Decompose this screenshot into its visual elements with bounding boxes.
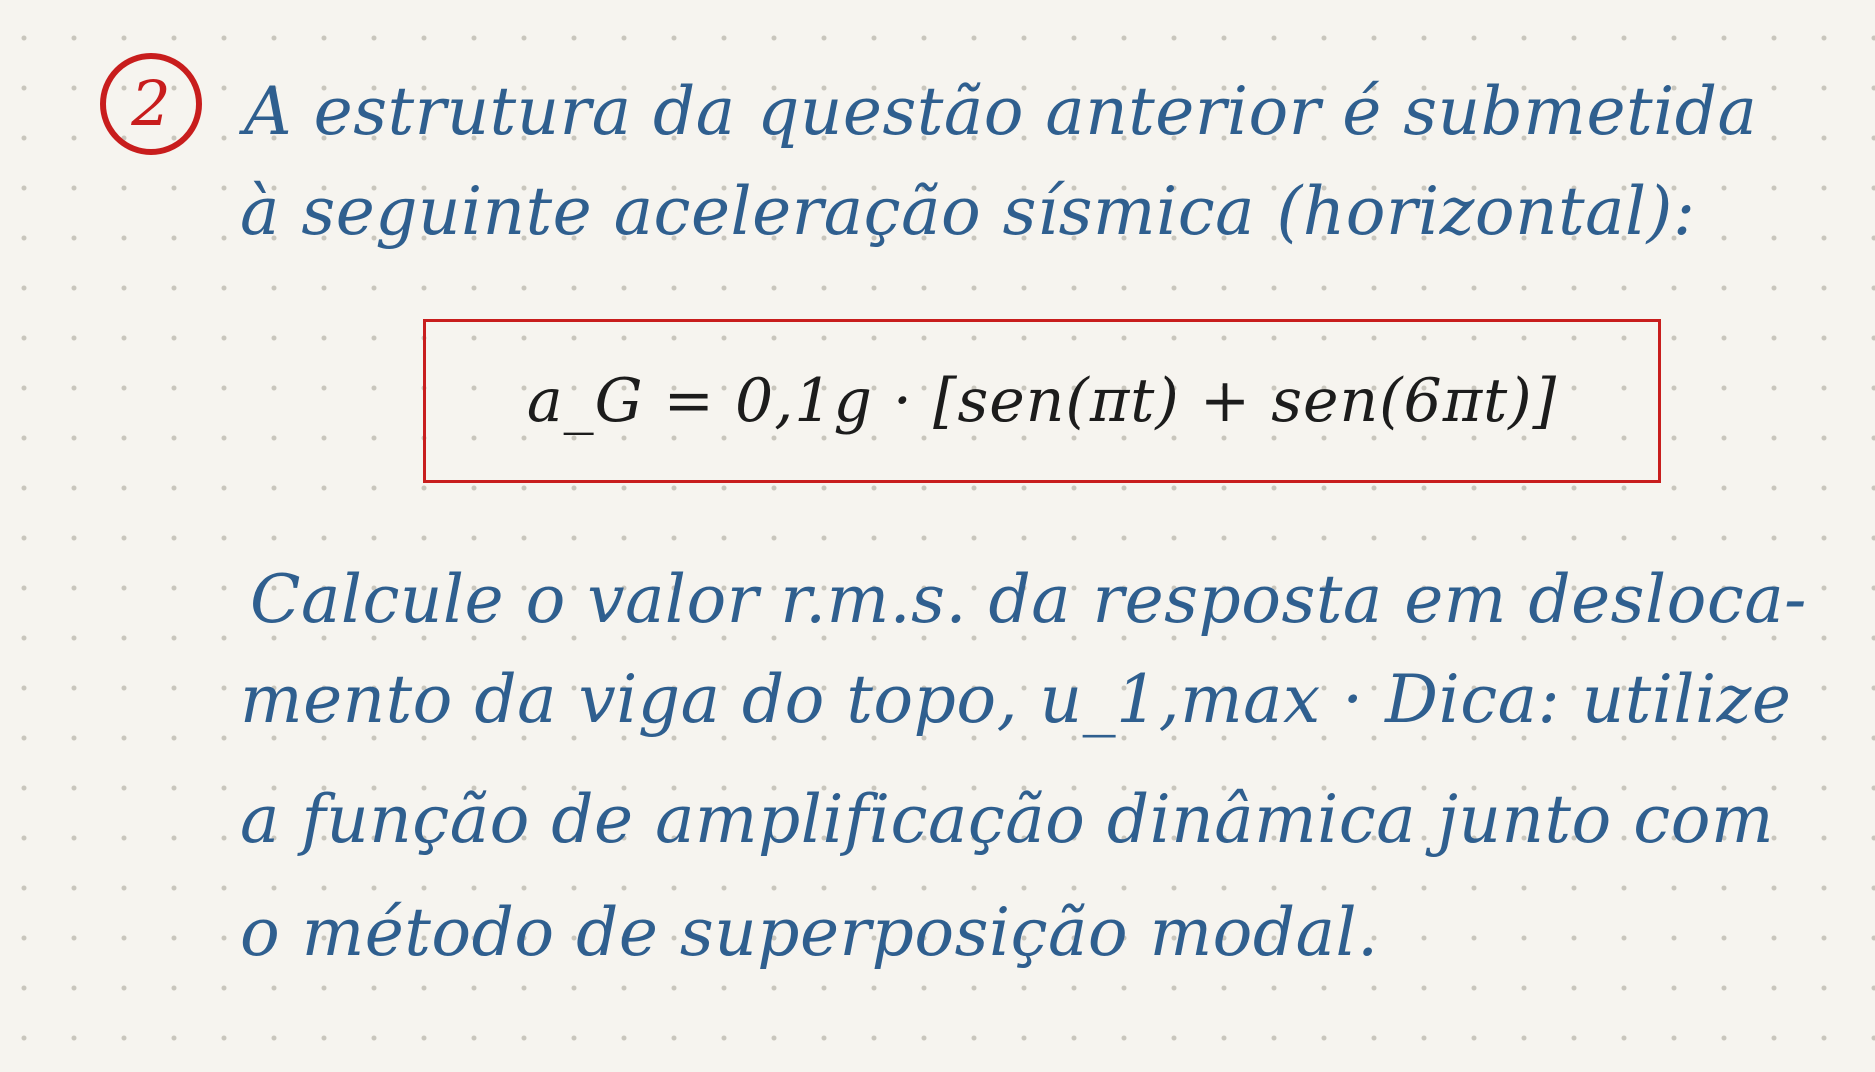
formula-box: a_G = 0,1g · [sen(πt) + sen(6πt)] — [423, 319, 1661, 483]
notebook-page: 2 A estrutura da questão anterior é subm… — [0, 0, 1875, 1072]
task-line-1: Calcule o valor r.m.s. da resposta em de… — [250, 561, 1807, 638]
task-line-2: mento da viga do topo, u_1,max · Dica: u… — [240, 661, 1792, 738]
intro-line-1: A estrutura da questão anterior é submet… — [244, 73, 1758, 150]
question-number-badge: 2 — [100, 53, 202, 155]
ground-acceleration-formula: a_G = 0,1g · [sen(πt) + sen(6πt)] — [526, 366, 1558, 436]
task-line-4: o método de superposição modal. — [240, 894, 1379, 971]
intro-line-2: à seguinte aceleração sísmica (horizonta… — [240, 173, 1696, 250]
task-line-3: a função de amplificação dinâmica junto … — [240, 781, 1775, 858]
